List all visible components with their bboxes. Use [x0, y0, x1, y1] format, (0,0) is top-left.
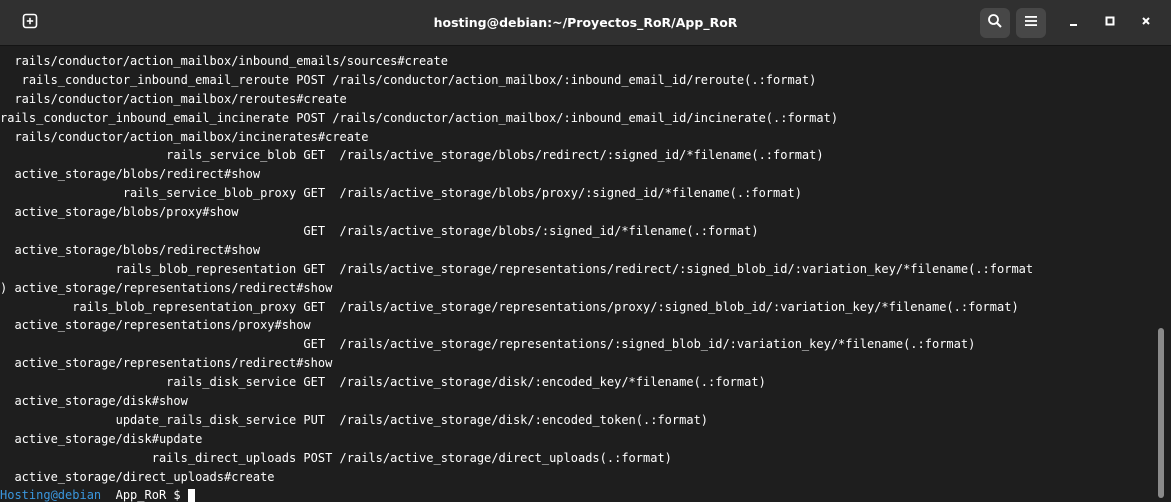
terminal-line: active_storage/disk#show — [0, 394, 188, 409]
close-icon — [1140, 14, 1152, 32]
maximize-icon — [1104, 14, 1116, 32]
terminal-line: ) active_storage/representations/redirec… — [0, 280, 333, 295]
new-tab-plus-icon — [22, 13, 38, 34]
terminal-line: rails_service_blob GET /rails/active_sto… — [0, 148, 824, 163]
terminal-line: rails/conductor/action_mailbox/reroutes#… — [0, 91, 347, 106]
terminal-line: active_storage/blobs/redirect#show — [0, 242, 261, 257]
maximize-button[interactable] — [1102, 15, 1118, 31]
terminal-line: active_storage/direct_uploads#create — [0, 469, 275, 484]
terminal-line: rails_conductor_inbound_email_reroute PO… — [0, 72, 817, 87]
minimize-icon — [1068, 14, 1080, 32]
terminal-line: rails_direct_uploads POST /rails/active_… — [0, 450, 672, 465]
terminal-line: active_storage/blobs/redirect#show — [0, 167, 261, 182]
terminal-line: active_storage/representations/proxy#sho… — [0, 318, 311, 333]
terminal-line: rails_conductor_inbound_email_incinerate… — [0, 110, 839, 125]
terminal-line: GET /rails/active_storage/representation… — [0, 337, 976, 352]
close-button[interactable] — [1138, 15, 1154, 31]
search-icon — [987, 13, 1003, 34]
terminal-line: rails_blob_representation GET /rails/act… — [0, 261, 1034, 276]
new-tab-button[interactable] — [16, 11, 44, 35]
terminal-line: active_storage/blobs/proxy#show — [0, 205, 239, 220]
terminal-lines: rails/conductor/action_mailbox/inbound_e… — [0, 52, 1152, 502]
shell-prompt-line[interactable]: Hosting@debian App_RoR $ — [0, 486, 1152, 502]
prompt-symbol: $ — [166, 488, 188, 502]
terminal-line: rails_disk_service GET /rails/active_sto… — [0, 375, 766, 390]
terminal-line: active_storage/disk#update — [0, 431, 203, 446]
search-button[interactable] — [980, 8, 1010, 38]
title-bar[interactable]: hosting@debian:~/Proyectos_RoR/App_RoR — [0, 0, 1171, 46]
terminal-line: rails/conductor/action_mailbox/inbound_e… — [0, 54, 448, 68]
vertical-scrollbar[interactable] — [1157, 46, 1169, 502]
terminal-line: rails_service_blob_proxy GET /rails/acti… — [0, 186, 802, 201]
terminal-line: active_storage/representations/redirect#… — [0, 356, 333, 371]
terminal-line: update_rails_disk_service PUT /rails/act… — [0, 412, 709, 427]
terminal-line: rails/conductor/action_mailbox/incinerat… — [0, 129, 369, 144]
terminal-output-area[interactable]: rails/conductor/action_mailbox/inbound_e… — [0, 46, 1171, 502]
prompt-host: Hosting@debian — [0, 488, 102, 502]
text-cursor — [187, 488, 195, 502]
scrollbar-thumb[interactable] — [1158, 328, 1164, 498]
terminal-line: GET /rails/active_storage/blobs/:signed_… — [0, 224, 759, 239]
minimize-button[interactable] — [1066, 15, 1082, 31]
hamburger-menu-icon — [1023, 13, 1039, 34]
prompt-path: App_RoR — [101, 488, 167, 502]
menu-button[interactable] — [1016, 8, 1046, 38]
terminal-window: hosting@debian:~/Proyectos_RoR/App_RoR r… — [0, 0, 1171, 502]
terminal-line: rails_blob_representation_proxy GET /rai… — [0, 299, 1019, 314]
